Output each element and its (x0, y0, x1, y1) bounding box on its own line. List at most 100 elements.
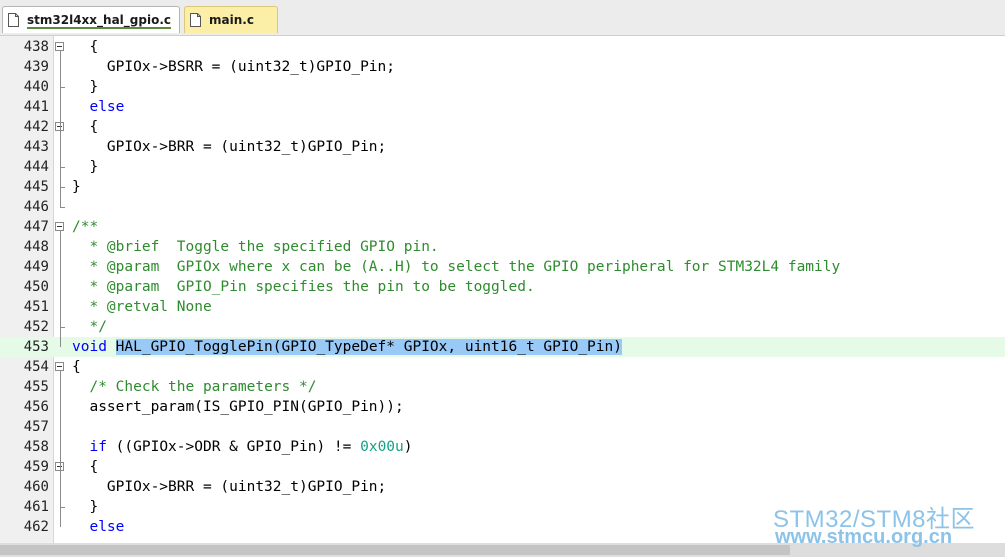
line-number: 454 (23, 359, 49, 375)
line-number: 450 (23, 279, 49, 295)
line-number: 453 (23, 339, 49, 355)
line-number: 448 (23, 239, 49, 255)
line-number: 447 (23, 219, 49, 235)
code-token: * @param GPIO_Pin specifies the pin to b… (72, 279, 535, 295)
code-text: { (72, 457, 98, 477)
code-token: * @retval None (72, 299, 212, 315)
fold-end (60, 507, 65, 508)
code-line[interactable]: 449 * @param GPIOx where x can be (A..H)… (0, 257, 1005, 277)
code-token: else (89, 519, 125, 535)
line-number: 458 (23, 439, 49, 455)
code-token: } (72, 79, 99, 95)
code-token: if (89, 439, 107, 455)
code-line[interactable]: 442 { (0, 117, 1005, 137)
line-number: 461 (23, 499, 49, 515)
code-line[interactable]: 454 { (0, 357, 1005, 377)
line-number: 439 (23, 59, 49, 75)
code-token: * @brief Toggle the specified GPIO pin. (72, 239, 439, 255)
line-number: 444 (23, 159, 49, 175)
code-token: ) (403, 439, 413, 455)
selected-text: HAL_GPIO_TogglePin(GPIO_TypeDef* GPIOx, … (115, 339, 622, 355)
fold-toggle[interactable] (55, 222, 64, 231)
code-editor[interactable]: 438 {439 GPIOx->BSRR = (uint32_t)GPIO_Pi… (0, 36, 1005, 543)
code-line[interactable]: 444 } (0, 157, 1005, 177)
code-token: GPIOx->BRR = (uint32_t)GPIO_Pin; (72, 479, 387, 495)
code-token: assert_param(IS_GPIO_PIN(GPIO_Pin)); (72, 399, 404, 415)
tab-stm32l4xx-hal-gpio-c[interactable]: stm32l4xx_hal_gpio.c (2, 6, 180, 33)
line-number: 438 (23, 39, 49, 55)
line-number: 457 (23, 419, 49, 435)
tab-main-c[interactable]: main.c (184, 6, 278, 33)
code-token: { (72, 39, 99, 55)
code-text: * @brief Toggle the specified GPIO pin. (72, 237, 439, 257)
fold-end (60, 207, 65, 208)
fold-end (60, 187, 65, 188)
fold-end (60, 327, 65, 328)
code-text: GPIOx->BRR = (uint32_t)GPIO_Pin; (72, 477, 386, 497)
code-text: } (72, 177, 81, 197)
code-text: /* Check the parameters */ (72, 377, 316, 397)
code-text: * @param GPIO_Pin specifies the pin to b… (72, 277, 535, 297)
code-token: GPIOx->BSRR = (uint32_t)GPIO_Pin; (72, 59, 396, 75)
code-text: * @param GPIOx where x can be (A..H) to … (72, 257, 840, 277)
code-token: { (72, 359, 81, 375)
code-text: } (72, 77, 98, 97)
code-token: } (72, 179, 81, 195)
code-text: GPIOx->BRR = (uint32_t)GPIO_Pin; (72, 137, 386, 157)
code-line[interactable]: 458 if ((GPIOx->ODR & GPIO_Pin) != 0x00u… (0, 437, 1005, 457)
code-token: GPIOx->BRR = (uint32_t)GPIO_Pin; (72, 139, 387, 155)
code-line[interactable]: 439 GPIOx->BSRR = (uint32_t)GPIO_Pin; (0, 57, 1005, 77)
code-token: ((GPIOx->ODR & GPIO_Pin) != (106, 439, 361, 455)
code-text: { (72, 117, 98, 137)
fold-toggle[interactable] (55, 42, 64, 51)
fold-end (60, 167, 65, 168)
code-line[interactable]: 447 /** (0, 217, 1005, 237)
code-line[interactable]: 459 { (0, 457, 1005, 477)
code-token: */ (72, 319, 107, 335)
code-line[interactable]: 451 * @retval None (0, 297, 1005, 317)
fold-toggle[interactable] (55, 362, 64, 371)
scrollbar-thumb[interactable] (0, 545, 790, 555)
tab-bar: stm32l4xx_hal_gpio.c main.c (0, 0, 1005, 36)
code-text: else (72, 97, 124, 117)
code-line[interactable]: 455 /* Check the parameters */ (0, 377, 1005, 397)
code-line[interactable]: 452 */ (0, 317, 1005, 337)
line-number: 456 (23, 399, 49, 415)
code-line[interactable]: 453 void HAL_GPIO_TogglePin(GPIO_TypeDef*… (0, 337, 1005, 357)
line-number: 452 (23, 319, 49, 335)
code-line[interactable]: 448 * @brief Toggle the specified GPIO p… (0, 237, 1005, 257)
code-text: assert_param(IS_GPIO_PIN(GPIO_Pin)); (72, 397, 404, 417)
line-number: 455 (23, 379, 49, 395)
code-line[interactable]: 445} (0, 177, 1005, 197)
code-line[interactable]: 440 } (0, 77, 1005, 97)
line-number: 451 (23, 299, 49, 315)
line-number: 440 (23, 79, 49, 95)
code-line[interactable]: 457 (0, 417, 1005, 437)
code-text: } (72, 157, 98, 177)
code-token: /* Check the parameters */ (89, 379, 317, 395)
code-text: GPIOx->BSRR = (uint32_t)GPIO_Pin; (72, 57, 395, 77)
code-token: { (72, 459, 99, 475)
line-number: 459 (23, 459, 49, 475)
fold-rail (60, 231, 61, 347)
code-line[interactable]: 438 { (0, 37, 1005, 57)
code-line[interactable]: 456 assert_param(IS_GPIO_PIN(GPIO_Pin)); (0, 397, 1005, 417)
code-line[interactable]: 446 (0, 197, 1005, 217)
code-token: } (72, 159, 99, 175)
code-text: /** (72, 217, 98, 237)
code-text: * @retval None (72, 297, 212, 317)
code-line[interactable]: 441 else (0, 97, 1005, 117)
tab-label: stm32l4xx_hal_gpio.c (27, 13, 171, 27)
tab-label: main.c (209, 13, 254, 27)
line-number: 460 (23, 479, 49, 495)
code-line[interactable]: 460 GPIOx->BRR = (uint32_t)GPIO_Pin; (0, 477, 1005, 497)
code-line[interactable]: 443 GPIOx->BRR = (uint32_t)GPIO_Pin; (0, 137, 1005, 157)
code-line[interactable]: 450 * @param GPIO_Pin specifies the pin … (0, 277, 1005, 297)
code-token: * @param GPIOx where x can be (A..H) to … (72, 259, 841, 275)
code-text: else (72, 517, 124, 537)
